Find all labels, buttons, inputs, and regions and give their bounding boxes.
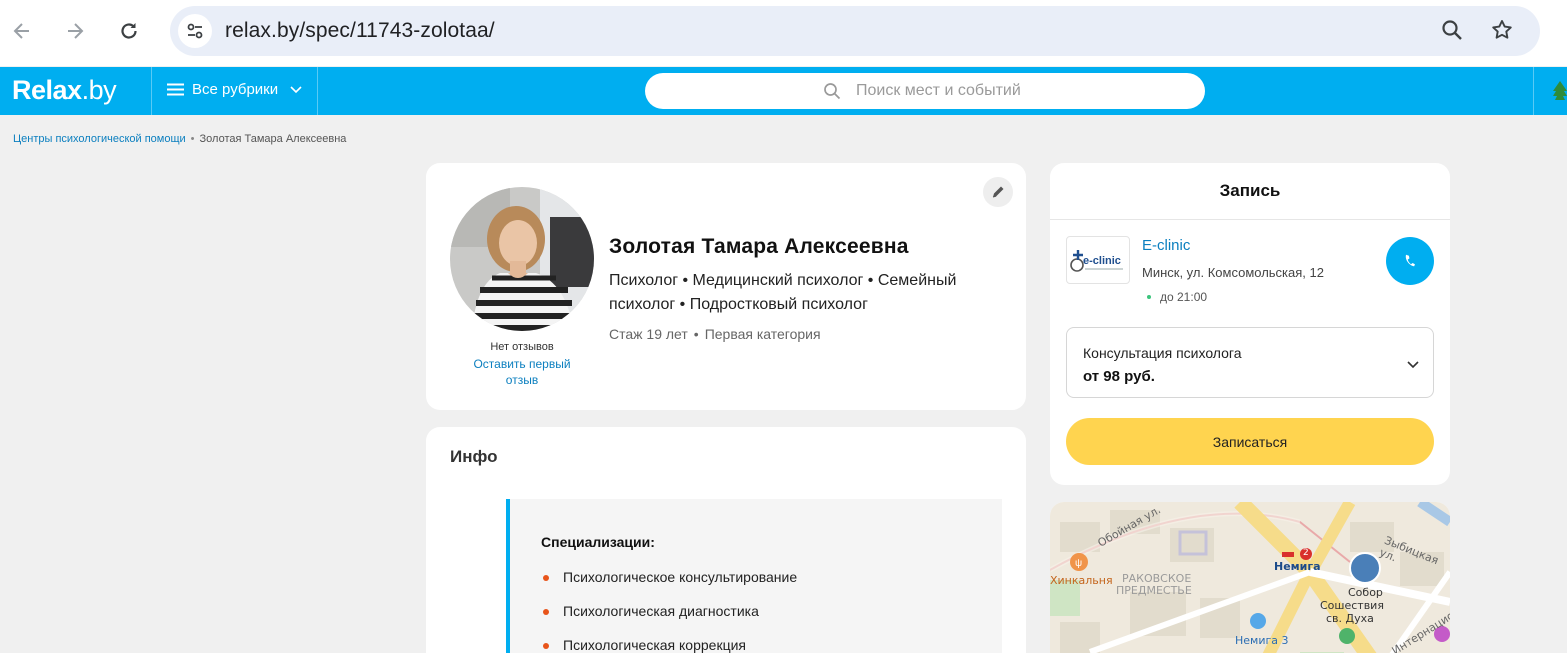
edit-button[interactable] bbox=[983, 177, 1013, 207]
breadcrumb-separator: • bbox=[190, 133, 195, 145]
info-title: Инфо bbox=[450, 447, 498, 466]
meta-separator: • bbox=[693, 326, 699, 342]
breadcrumb-link-psych-centers[interactable]: Центры психологической помощи bbox=[13, 133, 186, 145]
map-district-label: ПРЕДМЕСТЬЕ bbox=[1116, 584, 1192, 597]
zoom-button[interactable] bbox=[1440, 18, 1464, 47]
leave-first-review-link[interactable]: Оставить первый отзыв bbox=[456, 356, 588, 388]
open-status-dot bbox=[1147, 295, 1151, 299]
christmas-tree-icon[interactable] bbox=[1553, 81, 1567, 108]
experience-text: Стаж 19 лет bbox=[609, 326, 688, 342]
info-card: Инфо Специализации: Психологическое конс… bbox=[426, 427, 1026, 653]
site-logo[interactable]: Relax.by bbox=[12, 75, 117, 106]
reviews-status: Нет отзывов bbox=[490, 341, 554, 353]
back-button[interactable] bbox=[5, 14, 39, 48]
category-text: Первая категория bbox=[704, 326, 821, 342]
map-metro-label: Немига bbox=[1274, 560, 1321, 573]
clinic-address: Минск, ул. Комсомольская, 12 bbox=[1142, 265, 1324, 280]
reload-button[interactable] bbox=[112, 14, 146, 48]
pencil-icon bbox=[992, 186, 1004, 198]
clinic-hours: до 21:00 bbox=[1147, 290, 1207, 304]
booking-title: Запись bbox=[1219, 181, 1281, 200]
divider bbox=[1050, 219, 1450, 220]
breadcrumb: Центры психологической помощи • Золотая Та… bbox=[13, 133, 346, 145]
browser-toolbar: relax.by/spec/11743-zolotaa/ bbox=[0, 0, 1567, 66]
map-poi-label: Сошествия bbox=[1320, 599, 1384, 612]
list-item: Психологическая коррекция bbox=[541, 637, 797, 653]
arrow-left-icon bbox=[13, 23, 29, 39]
magnifier-icon bbox=[1442, 20, 1462, 40]
map-poi-label: св. Духа bbox=[1326, 612, 1374, 625]
arrow-right-icon bbox=[68, 23, 84, 39]
tune-icon bbox=[187, 23, 203, 39]
booking-card: Запись e-clinic E-clinic Минск, ул. Комс… bbox=[1050, 163, 1450, 485]
map-poi-label: Хинкальня bbox=[1050, 574, 1113, 587]
service-name: Консультация психолога bbox=[1083, 345, 1242, 361]
clinic-logo[interactable]: e-clinic bbox=[1066, 236, 1130, 284]
map[interactable]: ψ Обойная ул. Хинкальня РАКОВСКОЕ ПРЕДМЕ… bbox=[1050, 502, 1450, 653]
profile-card: Нет отзывов Оставить первый отзыв Золота… bbox=[426, 163, 1026, 410]
specializations-box: Специализации: Психологическое консульти… bbox=[506, 499, 1002, 653]
clinic-name-link[interactable]: E-clinic bbox=[1142, 237, 1190, 254]
map-metro-line-number: 2 bbox=[1303, 548, 1309, 558]
specialist-name: Золотая Тамара Алексеевна bbox=[609, 235, 909, 258]
address-bar[interactable]: relax.by/spec/11743-zolotaa/ bbox=[170, 6, 1540, 56]
service-price: от 98 руб. bbox=[1083, 368, 1155, 385]
chevron-down-icon bbox=[290, 85, 302, 94]
header-divider bbox=[151, 67, 152, 115]
map-poi-label: Немига 3 bbox=[1235, 634, 1289, 647]
star-icon bbox=[1492, 20, 1512, 39]
svg-text:ψ: ψ bbox=[1075, 558, 1082, 569]
all-rubrics-menu[interactable]: Все рубрики bbox=[167, 81, 302, 98]
specializations-heading: Специализации: bbox=[541, 534, 655, 550]
search-icon bbox=[823, 82, 841, 105]
rubrics-label: Все рубрики bbox=[192, 81, 279, 98]
search-placeholder: Поиск мест и событий bbox=[856, 82, 1021, 99]
call-button[interactable] bbox=[1386, 237, 1434, 285]
bullet-icon bbox=[543, 575, 549, 581]
breadcrumb-current: Золотая Тамара Алексеевна bbox=[199, 133, 347, 145]
site-info-button[interactable] bbox=[178, 14, 212, 48]
site-header: Relax.by Все рубрики Поиск мест и событи… bbox=[0, 67, 1567, 115]
bookmark-button[interactable] bbox=[1490, 18, 1514, 47]
forward-button[interactable] bbox=[58, 14, 92, 48]
avatar bbox=[450, 187, 594, 331]
specialist-meta: Стаж 19 лет • Первая категория bbox=[609, 326, 821, 342]
phone-icon bbox=[1405, 254, 1415, 267]
hamburger-icon bbox=[167, 83, 184, 96]
map-poi-label: Собор bbox=[1348, 586, 1383, 599]
search-input[interactable]: Поиск мест и событий bbox=[645, 73, 1205, 109]
chevron-down-icon bbox=[1407, 356, 1419, 374]
header-divider bbox=[1533, 67, 1534, 115]
list-item: Психологическая диагностика bbox=[541, 603, 797, 637]
reload-icon bbox=[121, 23, 137, 39]
bullet-icon bbox=[543, 643, 549, 649]
bullet-icon bbox=[543, 609, 549, 615]
svg-text:e-clinic: e-clinic bbox=[1083, 255, 1121, 267]
specialist-specializations: Психолог • Медицинский психолог • Семейн… bbox=[609, 272, 957, 313]
specializations-list: Психологическое консультирование Психоло… bbox=[541, 569, 797, 653]
header-divider bbox=[317, 67, 318, 115]
service-select[interactable]: Консультация психолога от 98 руб. bbox=[1066, 327, 1434, 398]
url-text[interactable]: relax.by/spec/11743-zolotaa/ bbox=[225, 19, 495, 43]
list-item: Психологическое консультирование bbox=[541, 569, 797, 603]
book-button[interactable]: Записаться bbox=[1066, 418, 1434, 465]
